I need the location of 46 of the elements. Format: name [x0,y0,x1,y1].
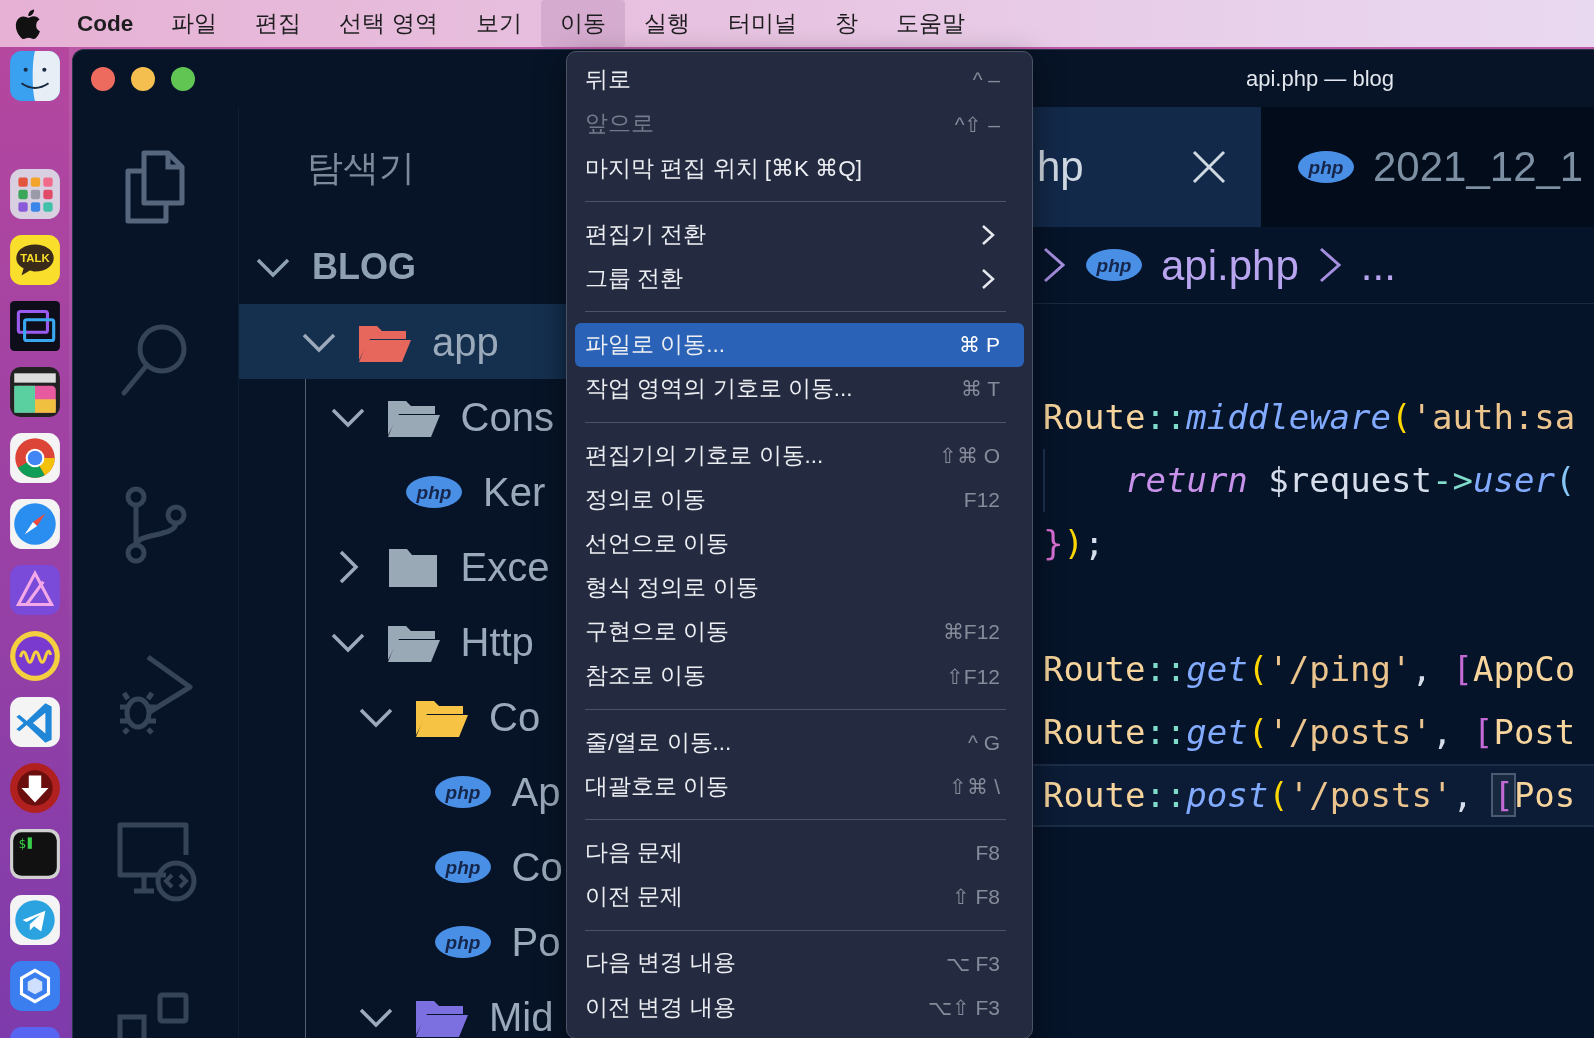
shortcut-text: ⌘ T [960,376,1000,403]
file-type-badge: php [433,849,492,884]
file-type-badge: php [1085,248,1143,282]
menu-item-label: 다음 변경 내용 [585,949,736,978]
menu-item-label: 선언으로 이동 [585,529,730,558]
code-line: }); [1043,522,1105,565]
menu-item-label: 정의로 이동 [585,485,707,514]
file-type-badge: php [433,924,492,959]
menu-item-label: 편집기의 기호로 이동... [585,441,824,470]
file-type-badge: php [405,474,463,509]
shortcut-text: ⇧⌘ \ [949,773,1000,800]
shortcut-text: ⌥ F3 [945,950,1000,977]
shortcut-text: ⇧⌘ O [938,442,1000,469]
shortcut-text: ^ G [967,729,1000,756]
menu-item-label: 편집기 전환 [585,220,707,249]
menu-item-label: 구현으로 이동 [585,618,730,647]
shortcut-text: F12 [963,486,1000,513]
menu-item-label: 그룹 전환 [585,264,684,293]
menu-item-label: 다음 문제 [585,839,684,868]
window-title: api.php — blog [1246,65,1394,93]
shortcut-text: ⇧F12 [945,663,1000,690]
menu-item-label: 뒤로 [585,66,631,95]
shortcut-text: F8 [975,840,1000,867]
menu-item-label: 대괄호로 이동 [585,772,730,801]
code-line: Route::get('/ping', [AppCo [1043,648,1576,691]
menu-item-label: 앞으로 [585,110,654,139]
shortcut-text: ^ – [972,67,1000,94]
panel-title: 탐색기 [307,146,415,190]
shortcut-text: ⌘F12 [942,619,1000,646]
code-line: return $request->user( [1125,459,1576,502]
menu-item-label: 작업 영역의 기호로 이동... [585,375,853,404]
code-line: Route::middleware('auth:sa [1043,396,1576,439]
shortcut-text: ⌥⇧ F3 [927,994,1000,1021]
menu-item-label: 형식 정의로 이동 [585,574,759,603]
menu-item-label: 마지막 편집 위치 [⌘K ⌘Q] [585,154,863,183]
menu-item-label: 참조로 이동 [585,662,707,691]
menu-item-label: 이전 변경 내용 [585,993,736,1022]
menu-item-label: 이전 문제 [585,883,684,912]
menu-item-label: 파일로 이동... [585,331,725,360]
file-type-badge: php [433,774,492,809]
shortcut-text: ⌘ P [959,332,1000,359]
shortcut-text: ⇧ F8 [951,884,1000,911]
menu-item-label: 줄/열로 이동... [585,728,732,757]
file-type-badge: php [1297,150,1355,184]
shortcut-text: ^⇧ – [954,111,1000,138]
code-line: Route::get('/posts', [Post [1043,711,1576,754]
